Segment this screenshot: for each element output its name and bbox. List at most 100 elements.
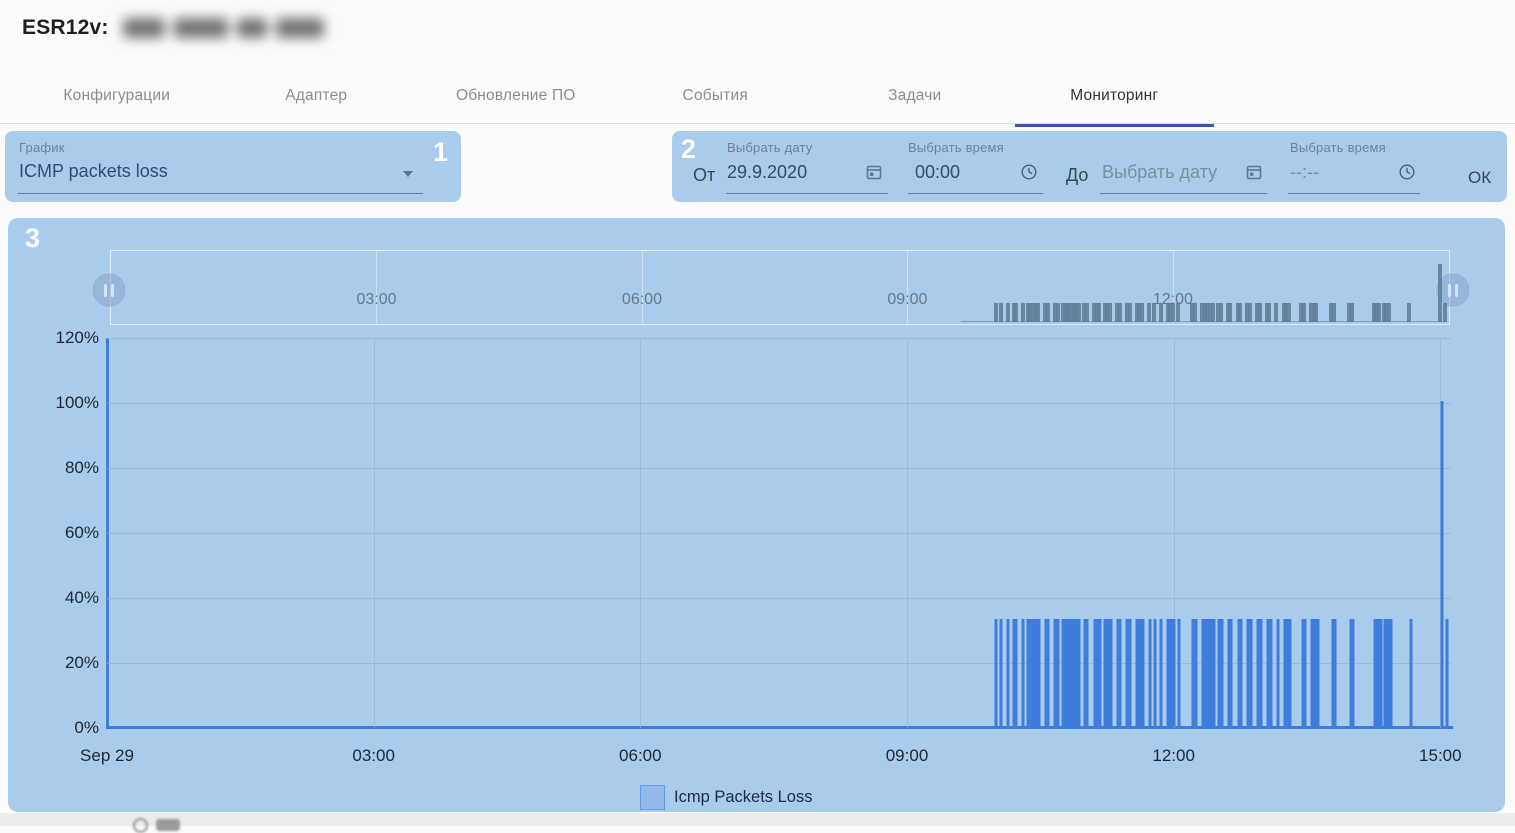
- tab-events[interactable]: События: [616, 68, 816, 124]
- graph-select[interactable]: ICMP packets loss: [19, 161, 423, 187]
- chart-spike: [1160, 619, 1163, 726]
- brush-minibar: [1332, 303, 1336, 322]
- gridline-y: [107, 468, 1451, 469]
- chevron-down-icon: [403, 171, 413, 177]
- x-tick-label: 12:00: [1152, 746, 1195, 766]
- gridline-y: [107, 403, 1451, 404]
- brush-minibar: [1021, 303, 1025, 322]
- tab-bar: КонфигурацииАдаптерОбновление ПОСобытияЗ…: [17, 68, 1214, 124]
- legend-swatch: [640, 785, 665, 810]
- calendar-icon[interactable]: [865, 163, 883, 181]
- tab-tasks[interactable]: Задачи: [815, 68, 1015, 124]
- chart-spike: [1000, 619, 1003, 726]
- brush-minibar: [1171, 303, 1175, 322]
- tab-configurations[interactable]: Конфигурации: [17, 68, 217, 124]
- from-time-input[interactable]: 00:00: [915, 162, 960, 183]
- chart-spike: [1119, 619, 1122, 726]
- brush-minibar: [1314, 303, 1318, 322]
- tab-adapter[interactable]: Адаптер: [217, 68, 417, 124]
- brush-gridline: [376, 251, 377, 324]
- chart-spike: [1379, 619, 1382, 726]
- x-tick-label: 15:00: [1419, 746, 1462, 766]
- gridline-y: [107, 338, 1451, 339]
- brush-minibar: [1287, 303, 1291, 322]
- gridline-y: [107, 598, 1451, 599]
- to-label: До: [1066, 165, 1088, 186]
- brush-handle-left[interactable]: [91, 272, 127, 308]
- cutoff-bottom-strip: [0, 813, 1515, 826]
- chart-spike: [994, 619, 997, 726]
- to-time-underline: [1288, 193, 1420, 194]
- from-time-underline: [908, 193, 1043, 194]
- brush-minibar: [1046, 303, 1050, 322]
- clock-icon[interactable]: [1020, 163, 1038, 181]
- brush-minibar: [1108, 303, 1112, 322]
- x-tick-label: 03:00: [352, 746, 395, 766]
- brush-minibar: [999, 303, 1003, 322]
- y-tick-label: 40%: [65, 588, 99, 608]
- chart-spike: [1129, 619, 1132, 726]
- redacted-ip-blur: [123, 18, 333, 38]
- chart-spike: [1007, 619, 1010, 726]
- gridline-x: [374, 338, 375, 728]
- to-time-input[interactable]: --:--: [1290, 162, 1319, 183]
- brush-minibar: [1211, 303, 1215, 322]
- chart-spike: [1047, 619, 1050, 726]
- cutoff-content: [156, 819, 180, 831]
- clock-icon[interactable]: [1398, 163, 1416, 181]
- to-time-caption: Выбрать время: [1290, 140, 1386, 155]
- gridline-y: [107, 533, 1451, 534]
- y-axis-labels: 0%20%40%60%80%100%120%: [8, 338, 99, 728]
- brush-minibar: [1140, 303, 1144, 322]
- brush-minibar: [1443, 303, 1447, 322]
- from-label: От: [693, 165, 715, 186]
- brush-tick-label: 09:00: [887, 291, 927, 309]
- chart-spike: [1441, 401, 1444, 726]
- calendar-icon[interactable]: [1245, 163, 1263, 181]
- brush-minibar: [1193, 303, 1197, 322]
- brush-minibar: [994, 303, 998, 322]
- callout-2: 2: [681, 136, 696, 163]
- chart-spike: [1249, 619, 1252, 726]
- legend[interactable]: Icmp Packets Loss: [640, 785, 812, 810]
- brush-tick-label: 03:00: [356, 291, 396, 309]
- chart-spike: [1172, 619, 1175, 726]
- chart-spike: [1098, 619, 1101, 726]
- chart-spike: [1276, 619, 1279, 726]
- chart-spike: [1230, 619, 1233, 726]
- graph-select-underline: [18, 193, 423, 194]
- tab-monitoring[interactable]: Мониторинг: [1015, 68, 1215, 124]
- x-tick-label: 06:00: [619, 746, 662, 766]
- chart-spike: [1352, 619, 1355, 726]
- brush-minibar: [1350, 303, 1354, 322]
- brush-timeline[interactable]: 03:0006:0009:0012:00: [110, 250, 1450, 325]
- y-tick-label: 80%: [65, 458, 99, 478]
- tab-firmware-update[interactable]: Обновление ПО: [416, 68, 616, 124]
- legend-label: Icmp Packets Loss: [674, 788, 812, 807]
- brush-minibar: [1128, 303, 1132, 322]
- brush-minibar: [1097, 303, 1101, 322]
- chart-spike: [1316, 619, 1319, 726]
- chart-spike: [1269, 619, 1272, 726]
- brush-minibar: [1036, 303, 1040, 322]
- chart-spike: [1141, 619, 1144, 726]
- chart-spike: [1078, 619, 1081, 726]
- chart-spike: [1109, 619, 1112, 726]
- graph-select-value: ICMP packets loss: [19, 161, 168, 181]
- from-time-caption: Выбрать время: [908, 140, 1004, 155]
- brush-minibar: [1228, 303, 1232, 322]
- brush-gridline: [907, 251, 908, 324]
- chart-spike: [1015, 619, 1018, 726]
- ok-button[interactable]: ОК: [1468, 168, 1491, 188]
- main-plot: [107, 338, 1451, 728]
- x-tick-label: 09:00: [886, 746, 929, 766]
- chart-spike: [1022, 619, 1025, 726]
- brush-minibar: [1377, 303, 1381, 322]
- to-date-input[interactable]: Выбрать дату: [1102, 162, 1217, 183]
- chart-spike: [1259, 619, 1262, 726]
- gridline-x: [907, 338, 908, 728]
- brush-minibar: [1147, 303, 1151, 322]
- from-date-input[interactable]: 29.9.2020: [727, 162, 807, 183]
- brush-minibar: [1056, 303, 1060, 322]
- brush-minibar: [1387, 303, 1391, 322]
